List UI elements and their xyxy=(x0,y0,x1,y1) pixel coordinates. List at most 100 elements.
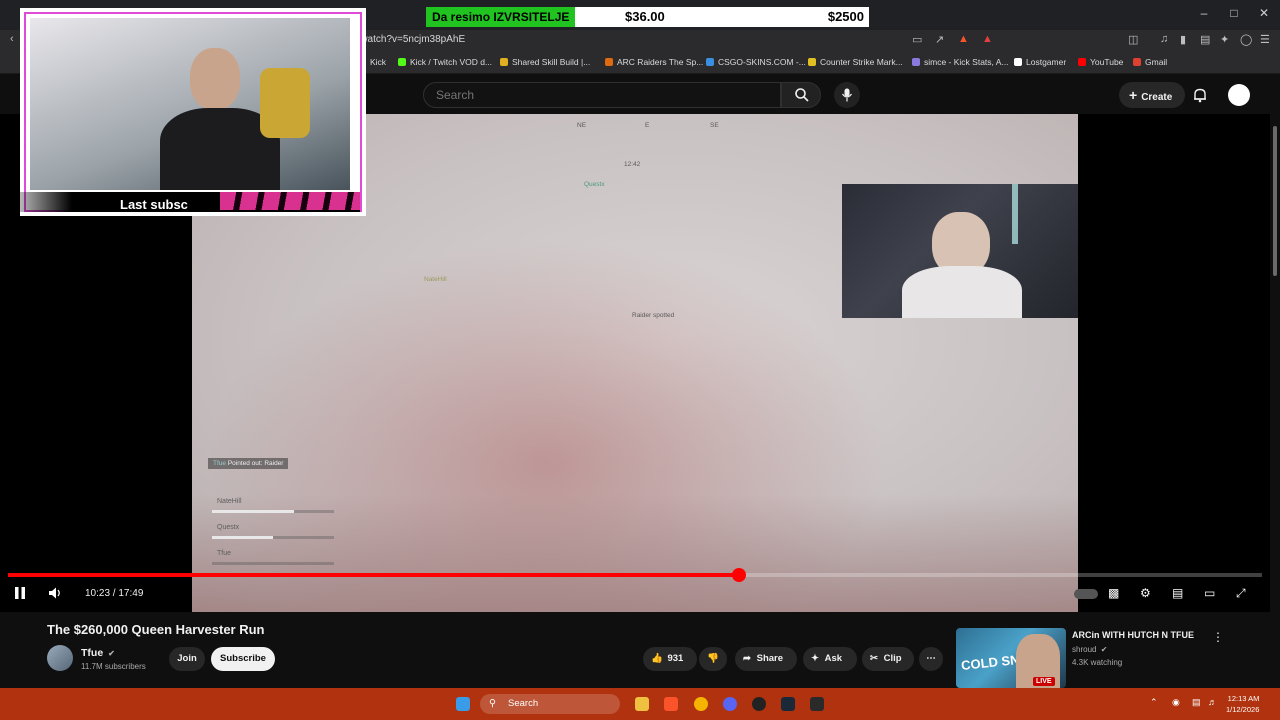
recommendation-channel[interactable]: shroud ✔ xyxy=(1072,645,1107,654)
clock-time: 12:13 AM xyxy=(1227,694,1260,703)
minimize-icon[interactable]: – xyxy=(1190,6,1218,20)
microphone-tray-icon[interactable]: ◉ xyxy=(1172,697,1180,708)
url-field[interactable]: n/watch?v=5ncjm38pAhE xyxy=(352,34,465,45)
notifications-bell-icon[interactable] xyxy=(1192,87,1208,103)
cast-button[interactable]: ▭ xyxy=(1204,586,1215,600)
share-page-icon[interactable]: ↗ xyxy=(935,33,944,46)
create-button[interactable]: + Create xyxy=(1119,82,1185,108)
brave-shield-icon[interactable]: ▲ xyxy=(958,33,969,45)
dislike-button[interactable]: 👎 xyxy=(699,647,727,671)
steam-icon[interactable] xyxy=(781,697,795,711)
tray-chevron-icon[interactable]: ⌃ xyxy=(1150,697,1158,708)
channel-avatar[interactable] xyxy=(47,645,73,671)
subscribe-button[interactable]: Subscribe xyxy=(211,647,275,671)
volume-button[interactable] xyxy=(48,586,62,603)
share-label: Share xyxy=(756,653,784,664)
bookmark-label: YouTube xyxy=(1090,57,1124,67)
pause-button[interactable] xyxy=(14,586,26,603)
back-icon[interactable]: ‹ xyxy=(10,33,14,45)
file-explorer-icon[interactable] xyxy=(635,697,649,711)
obs-icon[interactable] xyxy=(752,697,766,711)
system-clock[interactable]: 12:13 AM 1/12/2026 xyxy=(1226,693,1259,715)
recommendation-title[interactable]: ARCin WITH HUTCH N TFUE xyxy=(1072,630,1194,640)
autoplay-toggle[interactable] xyxy=(1074,586,1098,600)
squad-member: NateHill xyxy=(210,496,336,522)
account-avatar[interactable] xyxy=(1228,84,1250,106)
microphone-icon xyxy=(842,88,852,102)
leo-ai-icon[interactable]: ✦ xyxy=(1220,33,1229,46)
vpn-icon[interactable]: ◯ xyxy=(1240,33,1252,46)
media-icon[interactable]: ♫ xyxy=(1160,33,1168,45)
voice-search-button[interactable] xyxy=(834,82,860,108)
captions-button[interactable]: ▩ xyxy=(1108,586,1119,600)
reading-list-icon[interactable]: ▮ xyxy=(1180,33,1186,46)
bookmark-favicon-icon xyxy=(808,58,816,66)
scrollbar-thumb[interactable] xyxy=(1273,126,1277,276)
chrome-icon[interactable] xyxy=(694,697,708,711)
epic-games-icon[interactable] xyxy=(810,697,824,711)
squad-member: Questx xyxy=(210,522,336,548)
ping-notification: Tfue Pointed out: Raider xyxy=(208,458,289,469)
start-icon[interactable] xyxy=(456,697,470,711)
ping-text: Pointed out: Raider xyxy=(227,460,284,467)
squad-member: Tfue xyxy=(210,548,336,574)
bookmark-label: Lostgamer xyxy=(1026,57,1067,67)
seek-bar[interactable] xyxy=(8,568,1262,582)
thumbs-up-icon: 👍 xyxy=(651,653,663,664)
search-button[interactable] xyxy=(781,82,821,108)
network-icon[interactable]: ▤ xyxy=(1192,697,1201,708)
bookmark-item[interactable]: Kick xyxy=(358,57,386,67)
taskbar-search-label: Search xyxy=(508,698,539,709)
speaker-icon[interactable]: ♬ xyxy=(1208,697,1217,707)
seek-bar-played xyxy=(8,573,740,577)
page-scrollbar[interactable] xyxy=(1270,114,1280,688)
wallet-icon[interactable]: ▤ xyxy=(1200,33,1210,46)
verified-icon: ✔ xyxy=(108,649,115,658)
bookmark-item[interactable]: simce - Kick Stats, A... xyxy=(912,57,1009,67)
like-button[interactable]: 👍 931 xyxy=(643,647,697,671)
bookmark-item[interactable]: YouTube xyxy=(1078,57,1123,67)
cast-video-icon: ▭ xyxy=(1204,586,1216,600)
join-button[interactable]: Join xyxy=(169,647,205,671)
search-input[interactable] xyxy=(424,83,780,107)
settings-button[interactable]: ⚙ xyxy=(1140,586,1151,600)
clip-label: Clip xyxy=(883,653,902,664)
ask-button[interactable]: ✦ Ask xyxy=(803,647,857,671)
cast-icon[interactable]: ▭ xyxy=(912,33,922,46)
bookmark-label: Gmail xyxy=(1145,57,1168,67)
tfue-webcam xyxy=(842,184,1078,318)
bookmark-item[interactable]: Lostgamer xyxy=(1014,57,1066,67)
discord-icon[interactable] xyxy=(723,697,737,711)
gaming-chair xyxy=(260,68,310,138)
brave-browser-icon[interactable] xyxy=(664,697,678,711)
bookmark-item[interactable]: Counter Strike Mark... xyxy=(808,57,903,67)
taskbar-search[interactable]: ⚲ Search xyxy=(480,694,620,714)
bookmark-item[interactable]: ARC Raiders The Sp... xyxy=(605,57,703,67)
streamer-shirt xyxy=(902,266,1022,318)
more-actions-button[interactable]: ⋯ xyxy=(919,647,943,671)
last-subscriber-text: Last subsc xyxy=(120,197,188,212)
bookmark-item[interactable]: Gmail xyxy=(1133,57,1167,67)
subscriber-count: 11.7M subscribers xyxy=(81,662,146,671)
maximize-icon[interactable]: □ xyxy=(1220,6,1248,20)
windows-taskbar: ⚲ Search ⌃ ◉ ▤ ♬ xyxy=(0,688,1280,720)
bookmark-label: Counter Strike Mark... xyxy=(820,57,903,67)
screen: – □ ✕ ‹ n/watch?v=5ncjm38pAhE ▭ ↗ ▲ ▲ ◫ … xyxy=(0,0,1280,720)
channel-name[interactable]: Tfue ✔ xyxy=(81,647,115,659)
bookmark-label: CSGO-SKINS.COM -... xyxy=(718,57,806,67)
bookmark-item[interactable]: Kick / Twitch VOD d... xyxy=(398,57,492,67)
close-icon[interactable]: ✕ xyxy=(1250,6,1278,20)
more-vertical-icon[interactable]: ⋮ xyxy=(1212,630,1224,644)
clip-button[interactable]: ✂ Clip xyxy=(862,647,914,671)
seek-bar-handle[interactable] xyxy=(732,568,747,582)
search-box xyxy=(423,82,781,108)
bookmark-favicon-icon xyxy=(500,58,508,66)
menu-icon[interactable]: ☰ xyxy=(1260,33,1270,46)
share-button[interactable]: ➦ Share xyxy=(735,647,797,671)
sidebar-toggle-icon[interactable]: ◫ xyxy=(1128,33,1138,46)
bookmark-item[interactable]: Shared Skill Build |... xyxy=(500,57,590,67)
fullscreen-button[interactable]: ⤢ xyxy=(1236,586,1246,601)
bookmark-item[interactable]: CSGO-SKINS.COM -... xyxy=(706,57,806,67)
miniplayer-button[interactable]: ▤ xyxy=(1172,586,1183,600)
rewards-icon[interactable]: ▲ xyxy=(982,33,993,45)
